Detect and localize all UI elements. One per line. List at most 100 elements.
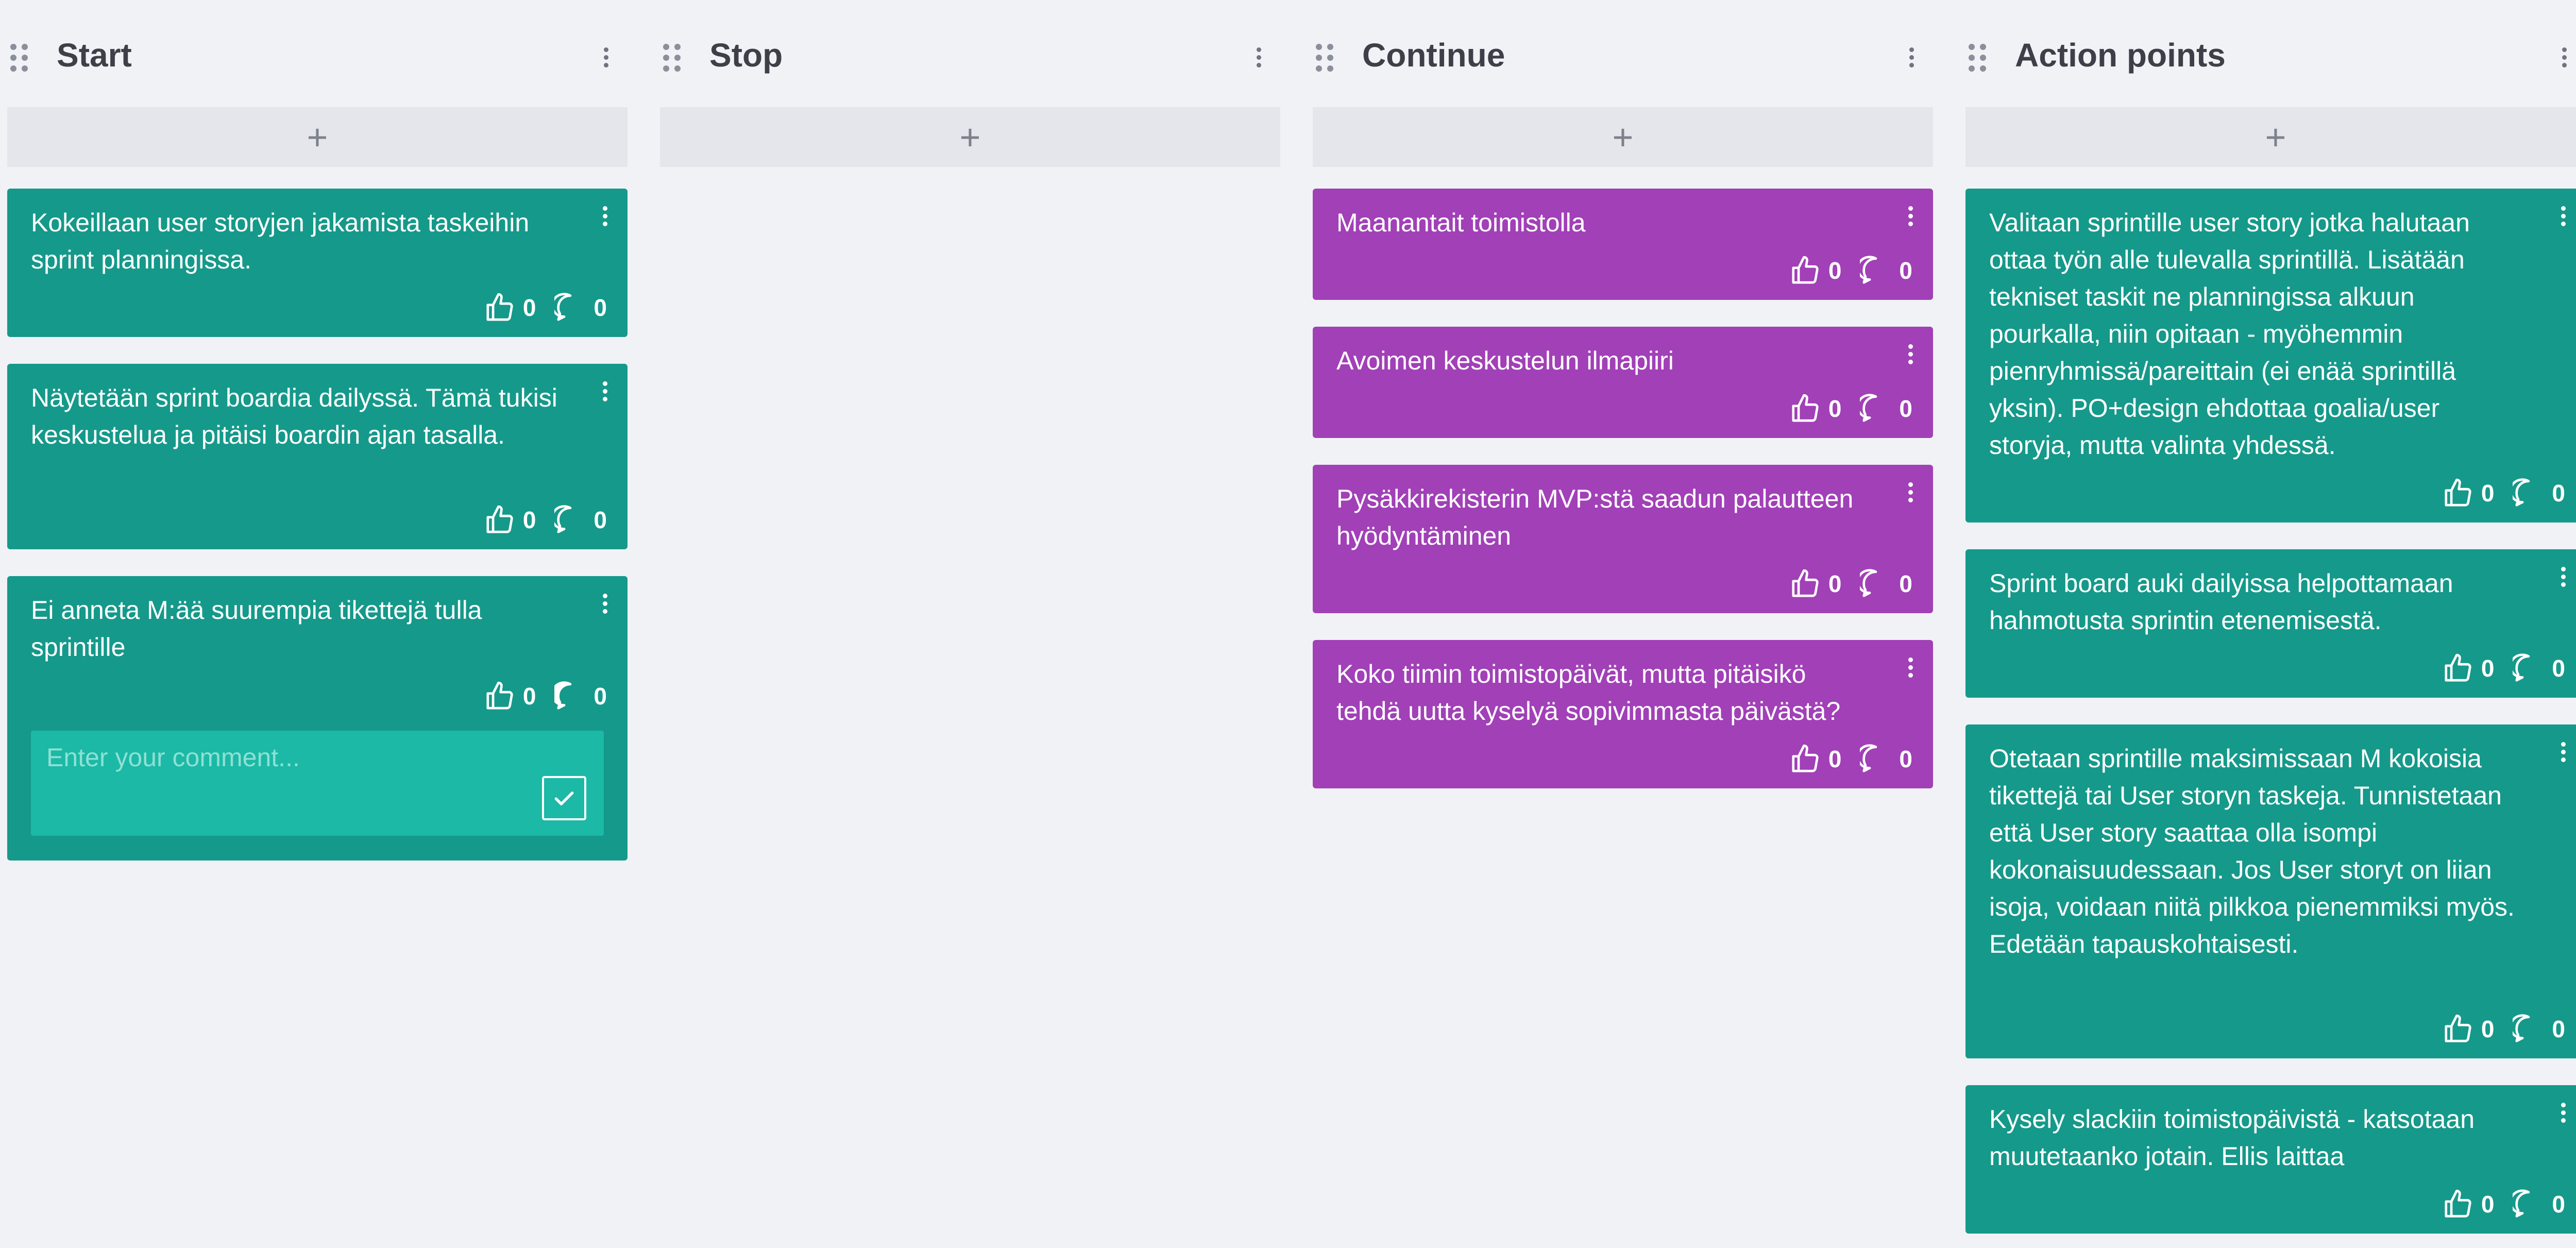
card-reactions: 0 0: [484, 678, 607, 714]
comment-count: 0: [2552, 480, 2565, 507]
card-menu-icon[interactable]: [1907, 206, 1913, 229]
comment-box: [31, 731, 604, 836]
thumbs-up-icon[interactable]: [484, 680, 516, 712]
submit-comment-button[interactable]: [542, 776, 586, 820]
card-reactions: 0 0: [484, 290, 607, 326]
card-reactions: 0 0: [2442, 1186, 2565, 1222]
comment-bubble-icon[interactable]: [1860, 393, 1892, 425]
retro-board: Start + Kokeillaan user storyjen jakamis…: [0, 0, 2576, 1248]
comment-count: 0: [594, 507, 607, 533]
card-menu-icon[interactable]: [1907, 344, 1913, 367]
add-card-button[interactable]: +: [1965, 107, 2576, 167]
comment-count: 0: [594, 294, 607, 321]
comment-bubble-icon[interactable]: [554, 504, 586, 536]
comment-bubble-icon[interactable]: [1860, 743, 1892, 775]
column-header: Stop: [660, 0, 1280, 111]
thumbs-up-icon[interactable]: [484, 504, 516, 536]
thumbs-up-icon[interactable]: [1789, 743, 1821, 775]
card-menu-icon[interactable]: [1907, 657, 1913, 681]
comment-bubble-icon[interactable]: [2513, 477, 2545, 509]
drag-handle-icon[interactable]: [1965, 44, 1990, 72]
card[interactable]: Maanantait toimistolla 0 0: [1313, 189, 1933, 300]
card-reactions: 0 0: [1789, 566, 1912, 602]
like-count: 0: [1828, 257, 1842, 284]
like-count: 0: [1828, 746, 1842, 772]
add-card-button[interactable]: +: [660, 107, 1280, 167]
card[interactable]: Näytetään sprint boardia dailyssä. Tämä …: [7, 364, 628, 549]
column-menu-icon[interactable]: [1908, 47, 1914, 68]
column-title: Action points: [2015, 37, 2226, 74]
thumbs-up-icon[interactable]: [2442, 477, 2474, 509]
card-text: Kysely slackiin toimistopäivistä - katso…: [1989, 1105, 2475, 1171]
thumbs-up-icon[interactable]: [2442, 1013, 2474, 1045]
comment-bubble-icon[interactable]: [2513, 1013, 2545, 1045]
comment-bubble-icon[interactable]: [2513, 652, 2545, 684]
drag-handle-icon[interactable]: [660, 44, 685, 72]
comment-count: 0: [1899, 395, 1912, 422]
column-header: Start: [7, 0, 628, 111]
like-count: 0: [1828, 395, 1842, 422]
column-continue: Continue + Maanantait toimistolla 0 0 Av…: [1313, 0, 1933, 788]
drag-handle-icon[interactable]: [1313, 44, 1337, 72]
comment-count: 0: [1899, 257, 1912, 284]
comment-bubble-icon[interactable]: [2513, 1188, 2545, 1220]
column-stop: Stop +: [660, 0, 1280, 167]
plus-icon: +: [959, 117, 981, 157]
thumbs-up-icon[interactable]: [484, 292, 516, 324]
card[interactable]: Koko tiimin toimistopäivät, mutta pitäis…: [1313, 640, 1933, 788]
comment-bubble-icon[interactable]: [1860, 568, 1892, 600]
thumbs-up-icon[interactable]: [1789, 255, 1821, 286]
card-text: Avoimen keskustelun ilmapiiri: [1336, 346, 1674, 375]
card[interactable]: Valitaan sprintille user story jotka hal…: [1965, 189, 2576, 522]
thumbs-up-icon[interactable]: [2442, 652, 2474, 684]
card[interactable]: Pysäkkirekisterin MVP:stä saadun palautt…: [1313, 465, 1933, 613]
card-menu-icon[interactable]: [2560, 1103, 2566, 1126]
card-reactions: 0 0: [2442, 475, 2565, 511]
card-menu-icon[interactable]: [2560, 206, 2566, 229]
column-menu-icon[interactable]: [603, 47, 609, 68]
column-action-points: Action points + Valitaan sprintille user…: [1965, 0, 2576, 1234]
column-menu-icon[interactable]: [2561, 47, 2567, 68]
comment-bubble-icon[interactable]: [554, 292, 586, 324]
comment-count: 0: [1899, 746, 1912, 772]
card-menu-icon[interactable]: [1907, 482, 1913, 505]
comment-count: 0: [594, 683, 607, 710]
add-card-button[interactable]: +: [1313, 107, 1933, 167]
thumbs-up-icon[interactable]: [1789, 568, 1821, 600]
like-count: 0: [2481, 655, 2495, 682]
card[interactable]: Otetaan sprintille maksimissaan M kokois…: [1965, 724, 2576, 1058]
column-header: Continue: [1313, 0, 1933, 111]
like-count: 0: [2481, 480, 2495, 507]
thumbs-up-icon[interactable]: [2442, 1188, 2474, 1220]
card-text: Sprint board auki dailyissa helpottamaan…: [1989, 569, 2453, 635]
comment-bubble-icon[interactable]: [1860, 255, 1892, 286]
column-title: Start: [57, 37, 132, 74]
card[interactable]: Avoimen keskustelun ilmapiiri 0 0: [1313, 327, 1933, 438]
card[interactable]: Kysely slackiin toimistopäivistä - katso…: [1965, 1085, 2576, 1234]
card-text: Maanantait toimistolla: [1336, 208, 1586, 237]
card[interactable]: Sprint board auki dailyissa helpottamaan…: [1965, 549, 2576, 698]
add-card-button[interactable]: +: [7, 107, 628, 167]
like-count: 0: [2481, 1191, 2495, 1218]
card-reactions: 0 0: [2442, 1011, 2565, 1047]
like-count: 0: [2481, 1016, 2495, 1042]
card-menu-icon[interactable]: [2560, 742, 2566, 765]
like-count: 0: [522, 683, 536, 710]
comment-count: 0: [2552, 655, 2565, 682]
like-count: 0: [522, 507, 536, 533]
comment-input[interactable]: [45, 742, 511, 773]
comment-count: 0: [1899, 570, 1912, 597]
card[interactable]: Kokeillaan user storyjen jakamista taske…: [7, 189, 628, 337]
card-menu-icon[interactable]: [602, 594, 608, 617]
card-menu-icon[interactable]: [2560, 567, 2566, 590]
card-menu-icon[interactable]: [602, 206, 608, 229]
card-reactions: 0 0: [1789, 391, 1912, 427]
drag-handle-icon[interactable]: [7, 44, 32, 72]
card-menu-icon[interactable]: [602, 381, 608, 404]
comment-bubble-filled-icon[interactable]: [554, 680, 586, 712]
comment-count: 0: [2552, 1016, 2565, 1042]
column-header: Action points: [1965, 0, 2576, 111]
thumbs-up-icon[interactable]: [1789, 393, 1821, 425]
column-menu-icon[interactable]: [1256, 47, 1262, 68]
card[interactable]: Ei anneta M:ää suurempia tikettejä tulla…: [7, 576, 628, 861]
